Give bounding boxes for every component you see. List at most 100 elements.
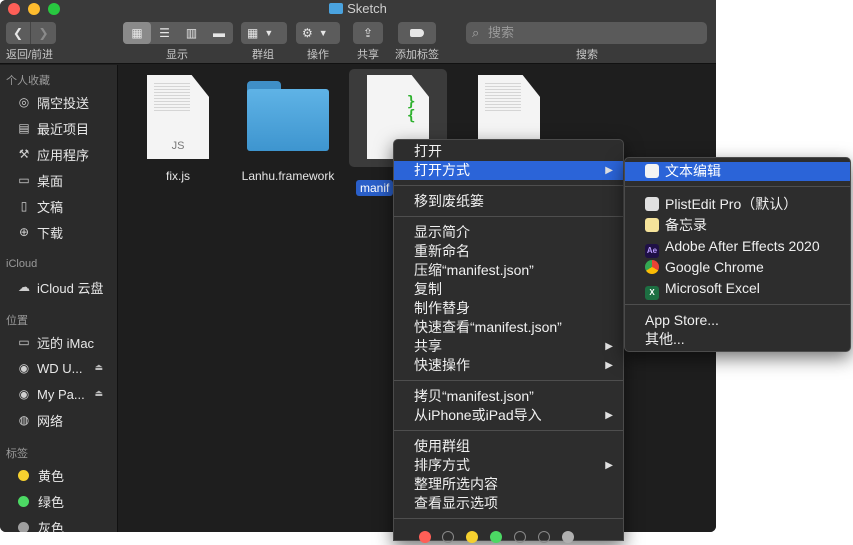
green-tag-dot[interactable]	[490, 531, 502, 543]
menu-item-quick-actions[interactable]: 快速操作 ▶	[394, 356, 623, 375]
menu-item-quick-look[interactable]: 快速查看“manifest.json”	[394, 318, 623, 337]
menu-item-move-to-trash[interactable]: 移到废纸篓	[394, 192, 623, 211]
sidebar-item-imac[interactable]: ▭ 远的 iMac	[16, 332, 94, 352]
minimize-button[interactable]	[28, 3, 40, 15]
menu-item-get-info[interactable]: 显示简介	[394, 223, 623, 242]
add-tag-caption: 添加标签	[395, 49, 439, 61]
desktop-icon: ▭	[18, 173, 30, 187]
sidebar-item-label: 灰色	[38, 520, 65, 533]
sidebar-item-label: 黄色	[38, 468, 65, 484]
menu-item-make-alias[interactable]: 制作替身	[394, 299, 623, 318]
menu-item-clean-up-selection[interactable]: 整理所选内容	[394, 475, 623, 494]
submenu-arrow-icon: ▶	[605, 460, 613, 471]
blue-tag-dot[interactable]	[514, 531, 526, 543]
excel-icon: X	[645, 286, 659, 300]
menu-item-import-from-iphone[interactable]: 从iPhone或iPad导入 ▶	[394, 406, 623, 425]
disk-icon: ◉	[18, 387, 30, 401]
sidebar-item-label: 绿色	[38, 494, 65, 510]
favorites-header: 个人收藏	[6, 75, 50, 87]
column-view-button[interactable]: ▥	[178, 22, 205, 44]
eject-icon[interactable]: ⏏	[94, 388, 103, 399]
menu-item-share[interactable]: 共享 ▶	[394, 337, 623, 356]
menu-item-show-view-options[interactable]: 查看显示选项	[394, 494, 623, 513]
menu-separator	[394, 185, 623, 186]
after-effects-icon: Ae	[645, 244, 659, 258]
menu-separator	[625, 304, 850, 305]
sidebar-item-label: 下载	[37, 225, 64, 241]
search-icon: ⌕	[472, 25, 480, 40]
submenu-item-label: PlistEdit Pro（默认）	[665, 196, 798, 212]
menu-item-open-with[interactable]: 打开方式 ▶	[394, 161, 623, 180]
file-item-fix-js[interactable]: JS fix.js	[128, 75, 228, 183]
sidebar-item-applications[interactable]: ⚒ 应用程序	[16, 144, 89, 164]
menu-item-open[interactable]: 打开	[394, 142, 623, 161]
sidebar-item-wd-drive[interactable]: ◉ WD U...	[16, 358, 102, 378]
sidebar-item-desktop[interactable]: ▭ 桌面	[16, 170, 63, 190]
red-tag-dot[interactable]	[419, 531, 431, 543]
downloads-icon: ⊕	[18, 225, 30, 239]
folder-icon	[247, 81, 329, 151]
search-field[interactable]: ⌕ 搜索	[466, 22, 707, 44]
documents-icon: ▯	[20, 199, 28, 213]
list-view-button[interactable]: ☰	[151, 22, 178, 44]
sidebar-item-airdrop[interactable]: ◎ 隔空投送	[16, 92, 89, 112]
menu-item-rename[interactable]: 重新命名	[394, 242, 623, 261]
purple-tag-dot[interactable]	[538, 531, 550, 543]
action-button[interactable]: ⚙ ▼	[296, 22, 340, 44]
sidebar-item-tag-yellow[interactable]: 黄色	[16, 465, 64, 485]
file-name: fix.js	[166, 169, 190, 183]
close-button[interactable]	[8, 3, 20, 15]
gray-tag-dot[interactable]	[562, 531, 574, 543]
sidebar-item-tag-gray[interactable]: 灰色	[16, 517, 64, 532]
tags-header: 标签	[6, 448, 28, 460]
submenu-item-app-store[interactable]: App Store...	[625, 311, 850, 330]
icon-view-button[interactable]: ▦	[123, 22, 151, 44]
menu-item-sort-by[interactable]: 排序方式 ▶	[394, 456, 623, 475]
sidebar-item-icloud-drive[interactable]: ☁ iCloud 云盘	[16, 277, 103, 297]
menu-separator	[394, 518, 623, 519]
sidebar-item-network[interactable]: ◍ 网络	[16, 410, 63, 430]
submenu-item-after-effects[interactable]: Ae Adobe After Effects 2020	[625, 237, 850, 258]
submenu-item-chrome[interactable]: Google Chrome	[625, 258, 850, 277]
globe-icon: ◍	[18, 413, 30, 427]
back-button[interactable]: ❮	[6, 22, 31, 44]
menu-item-duplicate[interactable]: 复制	[394, 280, 623, 299]
braces-icon: }{	[407, 94, 416, 124]
gallery-view-button[interactable]: ▬	[205, 22, 233, 44]
file-item-lanhu-framework[interactable]: Lanhu.framework	[238, 75, 338, 183]
group-by-button[interactable]: ▦ ▼	[241, 22, 287, 44]
menu-item-use-groups[interactable]: 使用群组	[394, 437, 623, 456]
tag-icon	[410, 29, 424, 37]
doc-lines	[485, 83, 521, 113]
search-placeholder: 搜索	[488, 25, 515, 40]
share-button[interactable]: ⇪	[353, 22, 383, 44]
sidebar-item-my-passport[interactable]: ◉ My Pa...	[16, 384, 102, 404]
submenu-item-excel[interactable]: X Microsoft Excel	[625, 279, 850, 300]
submenu-item-label: Microsoft Excel	[665, 280, 760, 296]
eject-icon[interactable]: ⏏	[94, 362, 103, 373]
submenu-item-other[interactable]: 其他...	[625, 330, 850, 349]
add-tag-button[interactable]	[398, 22, 436, 44]
sidebar-item-label: 远的 iMac	[37, 335, 95, 351]
recents-icon: ▤	[18, 121, 30, 135]
zoom-button[interactable]	[48, 3, 60, 15]
sidebar-item-documents[interactable]: ▯ 文稿	[16, 196, 63, 216]
orange-tag-dot[interactable]	[442, 531, 454, 543]
menu-item-label: 打开方式	[414, 162, 470, 178]
submenu-item-notes[interactable]: 备忘录	[625, 216, 850, 235]
notes-icon	[645, 218, 659, 232]
menu-item-compress[interactable]: 压缩“manifest.json”	[394, 261, 623, 280]
sidebar-item-recents[interactable]: ▤ 最近项目	[16, 118, 89, 138]
menu-item-copy[interactable]: 拷贝“manifest.json”	[394, 387, 623, 406]
sidebar-item-downloads[interactable]: ⊕ 下载	[16, 222, 63, 242]
window-title: Sketch	[0, 0, 716, 18]
submenu-item-textedit[interactable]: 文本编辑	[625, 162, 850, 181]
yellow-tag-dot[interactable]	[466, 531, 478, 543]
open-with-submenu: 文本编辑 PlistEdit Pro（默认） 备忘录 Ae Adobe After…	[624, 157, 851, 352]
js-file-icon: JS	[147, 75, 209, 159]
cloud-icon: ☁	[18, 280, 30, 294]
submenu-item-label: 文本编辑	[665, 163, 721, 179]
sidebar-item-tag-green[interactable]: 绿色	[16, 491, 64, 511]
submenu-item-plistedit[interactable]: PlistEdit Pro（默认）	[625, 195, 850, 214]
forward-button[interactable]: ❯	[31, 22, 56, 44]
